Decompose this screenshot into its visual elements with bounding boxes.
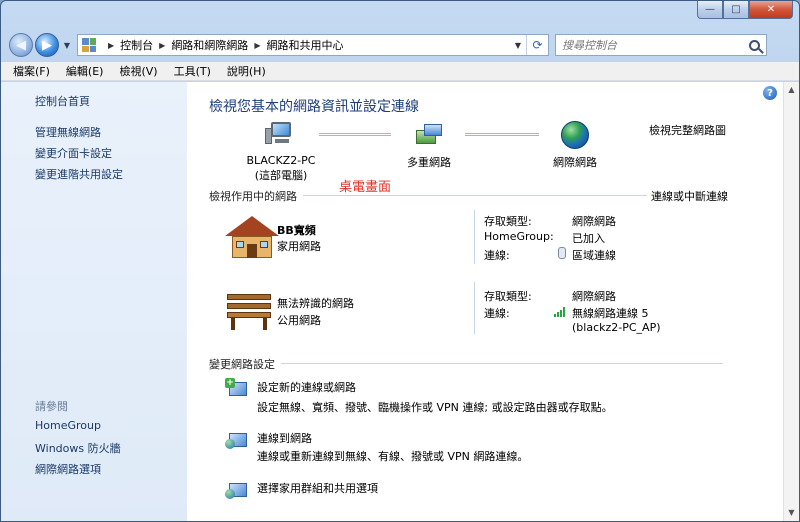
map-node-this-pc-note: (這部電腦)	[254, 169, 308, 182]
scroll-up-icon[interactable]: ▲	[784, 82, 799, 98]
menu-view[interactable]: 檢視(V)	[119, 63, 157, 79]
connect-disconnect-link[interactable]: 連線或中斷連線	[647, 188, 728, 204]
network-name: 無法辨識的網路	[277, 297, 354, 310]
menu-file[interactable]: 檔案(F)	[13, 63, 50, 79]
network-name: BB寬頻	[277, 224, 316, 237]
forward-button[interactable]: ▶	[35, 33, 59, 57]
homegroup-label: HomeGroup:	[484, 230, 554, 243]
sidebar-link-firewall[interactable]: Windows 防火牆	[35, 440, 121, 456]
address-dropdown-icon[interactable]: ▼	[510, 41, 526, 50]
connection-label: 連線:	[484, 307, 510, 320]
map-node-multiple-networks: 多重網路	[407, 156, 451, 169]
connect-to-network-desc: 連線或重新連線到無線、有線、撥號或 VPN 網路連線。	[257, 450, 529, 463]
breadcrumb-network-sharing-center[interactable]: 網路和共用中心	[266, 37, 343, 53]
menu-tools[interactable]: 工具(T)	[174, 63, 211, 79]
navigation-bar: ◀ ▶ ▼ ▶ 控制台 ▶ 網路和網際網路 ▶ 網路和共用中心 ▼ ⟳	[9, 31, 791, 59]
help-icon[interactable]: ?	[763, 86, 777, 100]
refresh-icon[interactable]: ⟳	[526, 35, 548, 55]
breadcrumb-control-panel[interactable]: 控制台	[120, 37, 153, 53]
access-type-label: 存取類型:	[484, 290, 532, 303]
map-node-this-pc: BLACKZ2-PC (這部電腦)	[241, 154, 321, 183]
setup-new-connection-desc: 設定無線、寬頻、撥號、臨機操作或 VPN 連線; 或設定路由器或存取點。	[257, 401, 613, 414]
address-bar[interactable]: ▶ 控制台 ▶ 網路和網際網路 ▶ 網路和共用中心 ▼ ⟳	[77, 34, 549, 56]
scroll-down-icon[interactable]: ▼	[784, 505, 799, 521]
network-type: 公用網路	[277, 314, 321, 327]
connect-network-icon	[225, 429, 249, 451]
breadcrumb-arrow-icon[interactable]: ▶	[254, 41, 260, 50]
section-divider	[209, 363, 723, 364]
change-settings-heading: 變更網路設定	[209, 356, 281, 372]
minimize-button[interactable]: —	[697, 1, 723, 19]
sidebar-link-manage-wireless[interactable]: 管理無線網路	[35, 124, 101, 140]
network-type-link[interactable]: 家用網路	[277, 238, 321, 254]
column-divider	[474, 210, 475, 264]
connection-line	[319, 133, 391, 136]
access-type-label: 存取類型:	[484, 215, 532, 228]
wireless-connection-link[interactable]: 無線網路連線 5	[572, 305, 649, 321]
new-connection-icon: +	[225, 378, 249, 400]
back-button[interactable]: ◀	[9, 33, 33, 57]
menu-bar: 檔案(F) 編輯(E) 檢視(V) 工具(T) 說明(H)	[1, 61, 799, 81]
connection-line	[465, 133, 539, 136]
homegroup-sharing-icon	[225, 479, 249, 501]
sidebar-link-internet-options[interactable]: 網際網路選項	[35, 461, 101, 477]
overlay-caption: 桌電畫面	[339, 180, 392, 195]
content-area: 控制台首頁 管理無線網路 變更介面卡設定 變更進階共用設定 請參閱 HomeGr…	[1, 82, 799, 521]
public-network-bench-icon[interactable]	[227, 292, 271, 332]
connection-label: 連線:	[484, 249, 510, 262]
access-type-value: 網際網路	[572, 290, 616, 303]
search-input[interactable]	[562, 38, 742, 52]
see-also-heading: 請參閱	[35, 400, 68, 413]
search-icon[interactable]	[749, 39, 760, 51]
sidebar-link-control-panel-home[interactable]: 控制台首頁	[35, 93, 90, 109]
internet-globe-icon	[561, 121, 589, 149]
connect-to-network-link[interactable]: 連線到網路	[257, 430, 312, 446]
caption-buttons: — □ ✕	[697, 1, 793, 19]
task-sidebar: 控制台首頁 管理無線網路 變更介面卡設定 變更進階共用設定 請參閱 HomeGr…	[1, 82, 187, 521]
vertical-scrollbar[interactable]: ▲ ▼	[783, 82, 799, 521]
breadcrumb-arrow-icon[interactable]: ▶	[159, 41, 165, 50]
wireless-signal-icon	[554, 305, 569, 318]
main-panel: ? 檢視您基本的網路資訊並設定連線 檢視完整網路圖 BLACKZ2-PC (這部…	[187, 82, 783, 521]
active-networks-heading: 檢視作用中的網路	[209, 188, 303, 204]
wired-connection-icon	[558, 246, 570, 259]
homegroup-joined-link[interactable]: 已加入	[572, 230, 605, 246]
breadcrumb-arrow-icon[interactable]: ▶	[108, 41, 114, 50]
home-network-icon[interactable]	[225, 216, 279, 260]
maximize-button[interactable]: □	[723, 1, 749, 19]
recent-pages-dropdown[interactable]: ▼	[61, 41, 73, 50]
sidebar-link-adapter-settings[interactable]: 變更介面卡設定	[35, 145, 112, 161]
close-button[interactable]: ✕	[749, 1, 793, 19]
search-box[interactable]	[555, 34, 767, 56]
explorer-window: — □ ✕ ◀ ▶ ▼ ▶ 控制台 ▶ 網路和網際網路 ▶ 網路和共用中心 ▼ …	[0, 0, 800, 522]
page-title: 檢視您基本的網路資訊並設定連線	[209, 99, 419, 115]
map-node-this-pc-name: BLACKZ2-PC	[246, 154, 316, 167]
wireless-ssid-link[interactable]: (blackz2-PC_AP)	[572, 321, 661, 334]
homegroup-sharing-link[interactable]: 選擇家用群組和共用選項	[257, 480, 378, 496]
computer-icon	[265, 122, 293, 146]
access-type-value: 網際網路	[572, 215, 616, 228]
sidebar-link-advanced-sharing[interactable]: 變更進階共用設定	[35, 166, 123, 182]
column-divider	[474, 282, 475, 334]
control-panel-icon	[82, 38, 96, 52]
menu-edit[interactable]: 編輯(E)	[66, 63, 104, 79]
local-connection-link[interactable]: 區域連線	[572, 247, 616, 263]
setup-new-connection-link[interactable]: 設定新的連線或網路	[257, 379, 356, 395]
sidebar-link-homegroup[interactable]: HomeGroup	[35, 419, 101, 432]
view-full-map-link[interactable]: 檢視完整網路圖	[649, 122, 726, 138]
breadcrumb-network-internet[interactable]: 網路和網際網路	[171, 37, 248, 53]
multiple-networks-icon	[416, 122, 444, 148]
map-node-internet: 網際網路	[553, 156, 597, 169]
menu-help[interactable]: 說明(H)	[227, 63, 266, 79]
